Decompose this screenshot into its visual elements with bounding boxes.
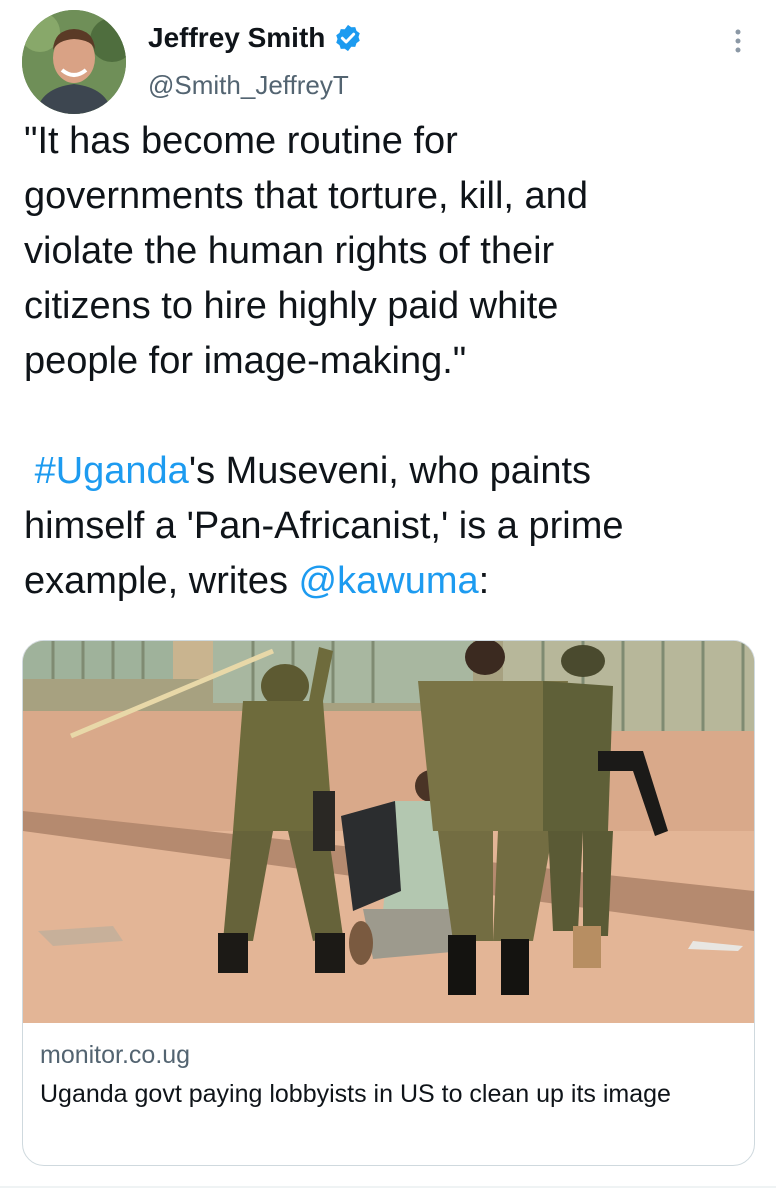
quote-line: "It has become routine for — [24, 120, 458, 162]
tweet-text: "It has become routine for governments t… — [24, 114, 754, 609]
avatar-image — [22, 10, 126, 114]
tweet-text-segment: : — [478, 560, 490, 602]
quote-line: people for image-making." — [24, 340, 467, 382]
card-image[interactable] — [23, 641, 754, 1023]
avatar[interactable] — [22, 10, 126, 114]
tweet-text-segment: himself a 'Pan-Africanist,' is a prime — [24, 505, 624, 547]
card-title[interactable]: Uganda govt paying lobbyists in US to cl… — [40, 1075, 740, 1113]
author-display-name[interactable]: Jeffrey Smith — [148, 22, 325, 54]
tweet-text-segment: example, writes — [24, 560, 299, 602]
card-domain: monitor.co.ug — [40, 1041, 191, 1069]
divider — [0, 1186, 776, 1188]
tweet: Jeffrey Smith @Smith_JeffreyT "It has be… — [0, 0, 776, 1200]
mention-link[interactable]: @kawuma — [299, 560, 479, 602]
author-name-row[interactable]: Jeffrey Smith — [148, 22, 363, 54]
tweet-text-segment: 's Museveni, who paints — [188, 450, 592, 492]
hashtag-link[interactable]: #Uganda — [35, 450, 189, 492]
quote-line: governments that torture, kill, and — [24, 175, 588, 217]
quote-line: violate the human rights of their — [24, 230, 555, 272]
author-handle[interactable]: @Smith_JeffreyT — [148, 70, 349, 101]
more-options-icon[interactable] — [724, 24, 752, 60]
verified-badge-icon — [333, 23, 363, 53]
quote-line: citizens to hire highly paid white — [24, 285, 559, 327]
link-card[interactable]: monitor.co.ug Uganda govt paying lobbyis… — [22, 640, 755, 1166]
